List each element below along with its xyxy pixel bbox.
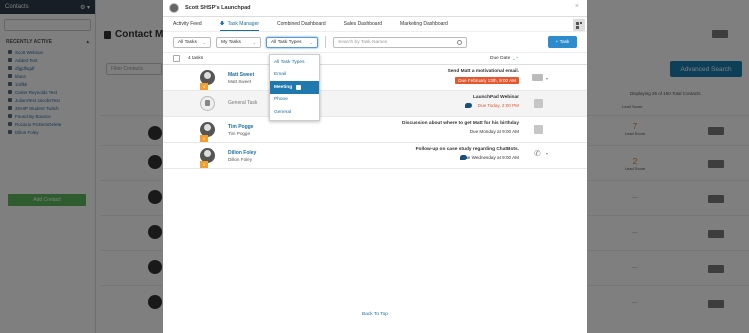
task-count-badge: 4: [200, 83, 208, 90]
grid-icon: [576, 22, 579, 25]
task-name[interactable]: LaunchPad Webinar: [473, 95, 519, 100]
task-row[interactable]: 1 Dillon Foley Dillon Foley Follow-up on…: [163, 143, 587, 169]
chat-icon: [460, 155, 467, 160]
task-row[interactable]: 4 Matt Sweet Matt Sweet Send Matt a moti…: [163, 65, 587, 91]
my-tasks-select[interactable]: My Tasks ⌄: [216, 36, 261, 48]
task-count: 4 tasks: [188, 56, 204, 61]
task-contact-name[interactable]: Matt Sweet: [228, 72, 254, 78]
chevron-down-icon: ⌄: [202, 39, 206, 45]
option-phone[interactable]: Phone: [270, 94, 319, 107]
chevron-down-icon: ⌄: [252, 39, 256, 45]
task-due-date: Due Wednesday at 9:00 AM: [461, 155, 519, 160]
search-placeholder: Search by Task Names: [338, 39, 388, 45]
task-due-date: Due Today, 2:00 PM: [477, 103, 519, 108]
task-contact-sub: Dillon Foley: [228, 157, 252, 162]
task-name[interactable]: Discussion about where to get Matt for h…: [402, 121, 519, 126]
task-due-date: Due February 13th, 9:00 AM: [455, 77, 519, 84]
tab-task-manager-label: Task Manager: [227, 20, 260, 27]
my-tasks-value: My Tasks: [221, 39, 241, 45]
all-tasks-value: All Tasks: [178, 39, 197, 45]
download-icon: [219, 20, 225, 26]
add-task-button[interactable]: + Task: [548, 36, 577, 48]
task-checkbox-icon[interactable]: [534, 125, 543, 134]
chat-icon: [465, 103, 472, 108]
general-task-icon: [200, 96, 215, 111]
option-meeting[interactable]: Meeting: [270, 81, 319, 94]
tab-task-manager[interactable]: Task Manager: [219, 18, 260, 31]
back-to-top-link[interactable]: Back To Top: [163, 312, 587, 317]
select-all-checkbox[interactable]: [173, 55, 180, 62]
task-filter-toolbar: All Tasks ⌄ My Tasks ⌄ All Task Types ⌄ …: [163, 32, 587, 52]
task-count-badge: 1: [200, 135, 208, 142]
option-email[interactable]: Email: [270, 69, 319, 82]
modal-title: Scott SHSP's Launchpad: [185, 5, 251, 11]
grid-icon: [576, 26, 579, 29]
task-type-dropdown: All Task Types Email Meeting Phone Gener…: [269, 54, 320, 121]
task-count-badge: 1: [200, 161, 208, 168]
task-contact-name[interactable]: Tim Pogge: [228, 124, 253, 130]
avatar: [169, 3, 179, 13]
all-tasks-select[interactable]: All Tasks ⌄: [173, 36, 211, 48]
email-icon[interactable]: ▾: [532, 74, 548, 81]
due-date-sort[interactable]: Due Date ⌄⌃: [490, 56, 519, 61]
task-row[interactable]: General Task LaunchPad Webinar Due Today…: [163, 91, 587, 117]
tab-activity-feed[interactable]: Activity Feed: [173, 18, 202, 30]
task-contact-name[interactable]: Dillon Foley: [228, 150, 256, 156]
task-name[interactable]: Send Matt a motivational email.: [448, 69, 519, 74]
tab-marketing-dashboard[interactable]: Marketing Dashboard: [400, 18, 448, 30]
toolbar-divider: [325, 36, 326, 48]
close-icon[interactable]: ×: [575, 3, 579, 10]
chevron-down-icon: ▾: [545, 76, 548, 81]
task-contact-name: General Task: [228, 100, 258, 106]
task-row[interactable]: 1 Tim Pogge Tim Pogge Discussion about w…: [163, 117, 587, 143]
chevron-down-icon: ⌄: [309, 39, 313, 45]
tab-combined-dashboard[interactable]: Combined Dashboard: [277, 18, 326, 30]
task-search-input[interactable]: Search by Task Names: [333, 36, 467, 48]
task-type-select[interactable]: All Task Types ⌄: [266, 36, 318, 48]
option-all-task-types[interactable]: All Task Types: [270, 56, 319, 69]
due-date-label: Due Date: [490, 56, 511, 61]
modal-header: Scott SHSP's Launchpad ×: [163, 0, 587, 17]
phone-icon[interactable]: ✆ ▾: [534, 149, 548, 158]
search-icon: [457, 39, 462, 45]
task-contact-sub: Tim Pogge: [228, 131, 251, 136]
layout-toggle-button[interactable]: [573, 19, 585, 31]
task-name[interactable]: Follow-up on case study regarding ChatBo…: [416, 147, 519, 152]
grid-icon: [580, 22, 582, 24]
launchpad-tabs: Activity Feed Task Manager Combined Dash…: [163, 17, 587, 32]
task-contact-sub: Matt Sweet: [228, 79, 251, 84]
cursor-hand-icon: [296, 84, 302, 90]
launchpad-modal: Scott SHSP's Launchpad × Activity Feed T…: [163, 0, 587, 333]
chevron-down-icon: ▾: [545, 151, 548, 156]
task-type-value: All Task Types: [271, 39, 302, 45]
task-due-date: Due Monday at 9:00 AM: [469, 129, 519, 134]
option-general[interactable]: General: [270, 106, 319, 119]
tab-sales-dashboard[interactable]: Sales Dashboard: [344, 18, 382, 30]
sort-icon: ⌄⌃: [512, 56, 519, 61]
task-checkbox-icon[interactable]: [534, 99, 543, 108]
option-meeting-label: Meeting: [274, 84, 293, 90]
task-list-header: 4 tasks Due Date ⌄⌃: [163, 52, 587, 65]
